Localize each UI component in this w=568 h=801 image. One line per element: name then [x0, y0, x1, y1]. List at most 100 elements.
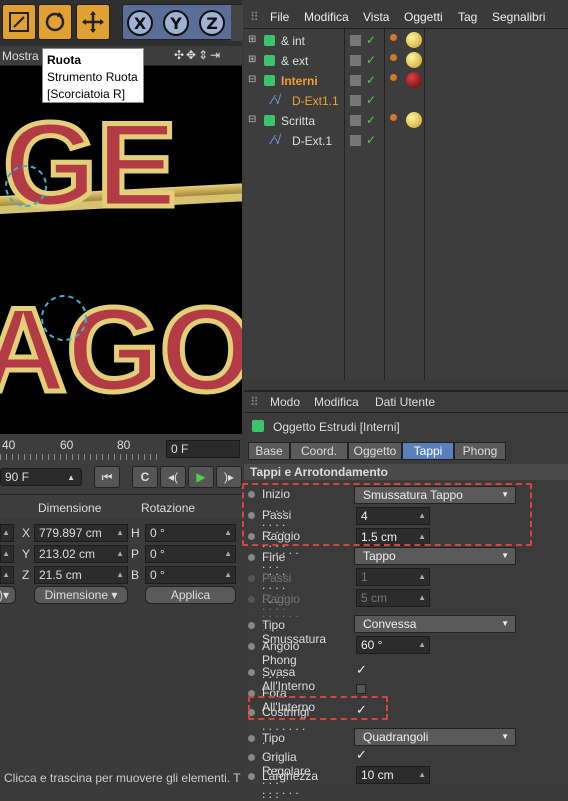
collapse-icon[interactable]: ⊟ — [248, 114, 256, 125]
layer-icon[interactable] — [350, 55, 361, 66]
next-key-button[interactable]: )▸ — [216, 466, 242, 488]
list-item[interactable]: ⊟ Interni ✓ — [244, 71, 568, 91]
visible-check-icon[interactable]: ✓ — [366, 93, 376, 107]
coords-header-rot: Rotazione — [141, 501, 196, 515]
passi-fine-value: 1 — [361, 570, 368, 584]
list-item[interactable]: ⊞ & ext ✓ — [244, 51, 568, 71]
visible-check-icon[interactable]: ✓ — [366, 133, 376, 147]
layer-icon[interactable] — [350, 35, 361, 46]
viewport[interactable]: IGE AGO — [0, 46, 242, 434]
layer-icon[interactable] — [350, 95, 361, 106]
dim-y-field[interactable]: 213.02 cm ▲ — [34, 545, 128, 563]
object-mode-dropdown[interactable]: )▾ — [0, 586, 16, 604]
viewport-show-menu[interactable]: Mostra — [2, 49, 39, 63]
coords-header-dim: Dimensione — [38, 501, 102, 515]
collapse-icon[interactable]: ⊟ — [248, 74, 256, 85]
am-menu-modifica[interactable]: Modifica — [314, 395, 359, 409]
list-item[interactable]: ⁄√ D-Ext1.1 ✓ — [244, 91, 568, 111]
layer-icon[interactable] — [350, 75, 361, 86]
status-bar: Clicca e trascina per muovere gli elemen… — [0, 770, 242, 786]
viewport-nav-icons[interactable]: ✣✥⇕⇥ — [174, 48, 222, 62]
extrude-object-icon — [264, 115, 275, 126]
expand-icon[interactable]: ⊞ — [248, 34, 256, 45]
object-name: & int — [281, 34, 306, 48]
axis-z-button[interactable]: Z — [199, 10, 225, 36]
row-tipo: Tipo . . . . . . . . . . . . — [248, 728, 285, 801]
visible-check-icon[interactable]: ✓ — [366, 73, 376, 87]
material-icon[interactable] — [406, 112, 422, 128]
dim-z-field[interactable]: 21.5 cm ▲ — [34, 566, 128, 584]
rot-p-value: 0 ° — [150, 547, 165, 561]
current-frame-field[interactable]: 0 F — [166, 440, 240, 458]
expand-icon[interactable]: ⊞ — [248, 54, 256, 65]
go-to-start-button[interactable]: ⏮ — [94, 466, 120, 488]
end-frame-field[interactable]: 90 F ▲ — [0, 468, 82, 486]
svasa-checkbox[interactable]: ✓ — [356, 662, 367, 678]
dim-x-field[interactable]: 779.897 cm ▲ — [34, 524, 128, 542]
dim-x-label: X — [22, 526, 31, 540]
timeline-tick-80: 80 — [117, 438, 131, 452]
material-icon[interactable] — [406, 72, 422, 88]
move-tool-button[interactable] — [2, 4, 36, 40]
tab-tappi[interactable]: Tappi — [402, 442, 454, 460]
tipo-dropdown[interactable]: Quadrangoli ▼ — [354, 728, 516, 746]
tag-icon[interactable] — [390, 114, 397, 121]
menu-modifica[interactable]: Modifica — [304, 10, 349, 24]
list-item[interactable]: ⊟ Scritta ✓ — [244, 111, 568, 131]
larghezza-label: Larghezza . . . . . . — [262, 769, 319, 797]
tipo-smussatura-dropdown[interactable]: Convessa ▼ — [354, 615, 516, 633]
row-angolo-phong: Angolo Phong . . . . — [248, 636, 299, 681]
menu-oggetti[interactable]: Oggetti — [404, 10, 443, 24]
rotate-tool-button[interactable] — [38, 4, 72, 40]
timeline-ruler[interactable] — [0, 454, 160, 460]
size-mode-dropdown[interactable]: Dimensione ▾ — [34, 586, 128, 604]
object-list: ⊞ & int ✓ ⊞ & ext ✓ ⊟ Interni ✓ ⁄√ D-Ext… — [244, 28, 568, 380]
tab-oggetto[interactable]: Oggetto — [348, 442, 402, 460]
tab-coord[interactable]: Coord. — [290, 442, 348, 460]
rot-p-label: P — [131, 547, 140, 561]
rot-b-field[interactable]: 0 ° ▲ — [145, 566, 236, 584]
record-button[interactable]: C — [132, 466, 158, 488]
pos-x-field[interactable]: ▲ — [0, 524, 14, 542]
raggio-fine-value: 5 cm — [361, 591, 388, 605]
menu-segnalibri[interactable]: Segnalibri — [492, 10, 545, 24]
menu-tag[interactable]: Tag — [458, 10, 477, 24]
timeline[interactable]: 40 60 80 0 F 90 F ▲ ⏮ C ◂( ▶ )▸ — [0, 434, 242, 494]
visible-check-icon[interactable]: ✓ — [366, 53, 376, 67]
tab-base[interactable]: Base — [248, 442, 290, 460]
axis-y-button[interactable]: Y — [163, 10, 189, 36]
tag-icon[interactable] — [390, 34, 397, 41]
pos-y-field[interactable]: ▲ — [0, 545, 14, 563]
apply-button[interactable]: Applica — [145, 586, 236, 604]
material-icon[interactable] — [406, 52, 422, 68]
am-menu-dati-utente[interactable]: Dati Utente — [375, 395, 435, 409]
list-item[interactable]: ⊞ & int ✓ — [244, 31, 568, 51]
fine-dropdown[interactable]: Tappo ▼ — [354, 547, 516, 565]
griglia-checkbox[interactable]: ✓ — [356, 747, 367, 763]
tab-phong[interactable]: Phong — [454, 442, 506, 460]
rot-h-field[interactable]: 0 ° ▲ — [145, 524, 236, 542]
larghezza-value: 10 cm — [361, 768, 394, 782]
list-item[interactable]: ⁄√ D-Ext.1 ✓ — [244, 131, 568, 151]
layer-icon[interactable] — [350, 135, 361, 146]
fora-checkbox[interactable] — [356, 684, 366, 694]
am-object-title: Oggetto Estrudi [Interni] — [273, 420, 400, 434]
tag-icon[interactable] — [390, 54, 397, 61]
prev-key-button[interactable]: ◂( — [160, 466, 186, 488]
visible-check-icon[interactable]: ✓ — [366, 33, 376, 47]
visible-check-icon[interactable]: ✓ — [366, 113, 376, 127]
move-cross-button[interactable] — [76, 4, 110, 40]
layer-icon[interactable] — [350, 115, 361, 126]
larghezza-field[interactable]: 10 cm ▲ — [356, 766, 430, 784]
dim-y-label: Y — [22, 547, 31, 561]
am-menu-modo[interactable]: Modo — [270, 395, 300, 409]
menu-vista[interactable]: Vista — [363, 10, 389, 24]
angolo-phong-field[interactable]: 60 ° ▲ — [356, 636, 430, 654]
tag-icon[interactable] — [390, 74, 397, 81]
pos-z-field[interactable]: ▲ — [0, 566, 14, 584]
rot-p-field[interactable]: 0 ° ▲ — [145, 545, 236, 563]
material-icon[interactable] — [406, 32, 422, 48]
axis-x-button[interactable]: X — [127, 10, 153, 36]
menu-file[interactable]: File — [270, 10, 289, 24]
play-button[interactable]: ▶ — [188, 466, 214, 488]
